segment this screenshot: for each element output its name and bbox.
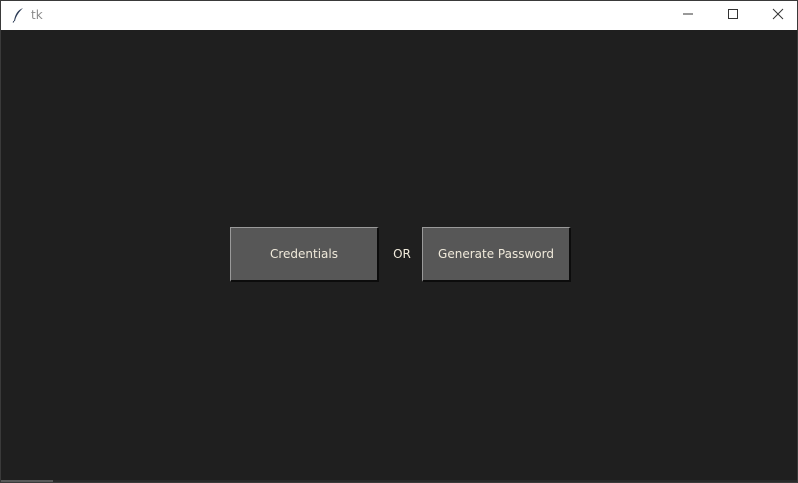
maximize-icon (727, 7, 739, 25)
bottom-border (1, 480, 797, 482)
minimize-button[interactable] (665, 1, 711, 30)
minimize-icon (682, 7, 694, 25)
app-window: tk Credentials OR Generate Password (0, 0, 798, 483)
main-content: Credentials OR Generate Password (1, 30, 797, 482)
credentials-button[interactable]: Credentials (230, 227, 379, 282)
close-button[interactable] (755, 1, 797, 30)
feather-icon (11, 7, 25, 23)
window-title: tk (31, 8, 43, 22)
generate-password-button[interactable]: Generate Password (422, 227, 571, 282)
title-bar[interactable]: tk (1, 1, 797, 30)
close-icon (772, 7, 784, 25)
bottom-border-segment (1, 480, 53, 482)
or-label: OR (393, 247, 411, 261)
maximize-button[interactable] (710, 1, 756, 30)
